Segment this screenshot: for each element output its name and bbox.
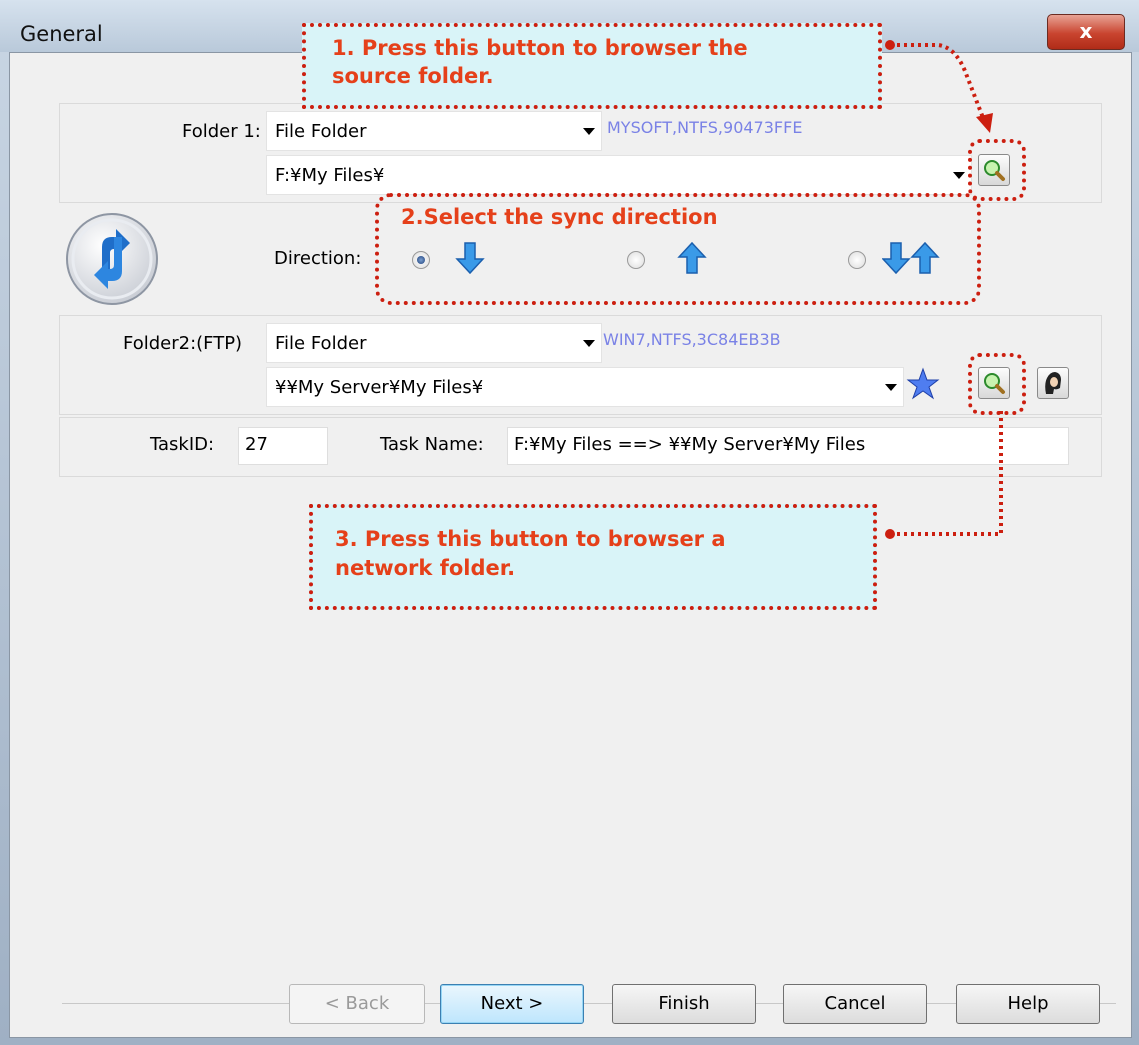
finish-button[interactable]: Finish [612,984,756,1024]
next-button[interactable]: Next > [440,984,584,1024]
callout-connector-lines [885,40,1003,539]
cancel-button[interactable]: Cancel [783,984,927,1024]
client-area: Folder 1: File Folder MYSOFT,NTFS,90473F… [9,23,1132,1038]
connector-1-line [890,43,987,124]
connector-3-line [890,411,1003,536]
connector-1-arrowhead [976,113,993,133]
back-button[interactable]: < Back [289,984,425,1024]
help-button[interactable]: Help [956,984,1100,1024]
dialog-window: General x Folder 1: File Folder MYSOFT,N… [0,0,1139,1045]
